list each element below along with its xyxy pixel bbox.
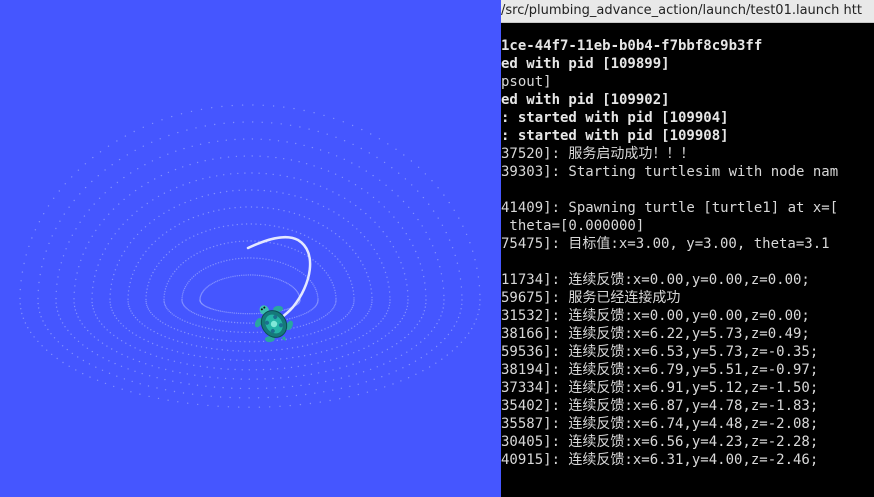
terminal-line: 37334]: 连续反馈:x=6.91,y=5.12,z=-1.50; <box>501 380 819 396</box>
terminal-line: psout] <box>501 74 552 90</box>
terminal-line: 59675]: 服务已经连接成功 <box>501 290 681 306</box>
terminal-line: 35587]: 连续反馈:x=6.74,y=4.48,z=-2.08; <box>501 416 819 432</box>
turtlesim-window <box>0 0 501 497</box>
terminal-line: 39303]: Starting turtlesim with node nam <box>501 164 839 180</box>
terminal-line: ed with pid [109899] <box>501 56 670 72</box>
terminal-line: 38194]: 连续反馈:x=6.79,y=5.51,z=-0.97; <box>501 362 819 378</box>
terminal-output[interactable]: 1ce-44f7-11eb-b0b4-f7bbf8c9b3ff ed with p… <box>501 37 874 497</box>
turtlesim-canvas <box>19 104 481 408</box>
terminal-line: 30405]: 连续反馈:x=6.56,y=4.23,z=-2.28; <box>501 434 819 450</box>
turtle-icon <box>254 305 294 343</box>
terminal-title: /src/plumbing_advance_action/launch/test… <box>501 3 862 18</box>
terminal-line: 11734]: 连续反馈:x=0.00,y=0.00,z=0.00; <box>501 272 810 288</box>
terminal-window[interactable]: /src/plumbing_advance_action/launch/test… <box>501 0 874 497</box>
terminal-line: 41409]: Spawning turtle [turtle1] at x=[ <box>501 200 839 216</box>
terminal-line: ed with pid [109902] <box>501 92 670 108</box>
terminal-line: 59536]: 连续反馈:x=6.53,y=5.73,z=-0.35; <box>501 344 819 360</box>
terminal-line: 38166]: 连续反馈:x=6.22,y=5.73,z=0.49; <box>501 326 810 342</box>
terminal-line: 31532]: 连续反馈:x=0.00,y=0.00,z=0.00; <box>501 308 810 324</box>
terminal-line: 35402]: 连续反馈:x=6.87,y=4.78,z=-1.83; <box>501 398 819 414</box>
terminal-line: 40915]: 连续反馈:x=6.31,y=4.00,z=-2.46; <box>501 452 819 468</box>
terminal-line: : started with pid [109908] <box>501 128 729 144</box>
terminal-line: 37520]: 服务启动成功！！！ <box>501 146 695 162</box>
terminal-line: 1ce-44f7-11eb-b0b4-f7bbf8c9b3ff <box>501 38 763 54</box>
terminal-line: theta=[0.000000] <box>501 218 645 234</box>
terminal-line: : started with pid [109904] <box>501 110 729 126</box>
background-dot-pattern <box>19 104 481 408</box>
terminal-line: 75475]: 目标值:x=3.00, y=3.00, theta=3.1 <box>501 236 830 252</box>
terminal-titlebar[interactable]: /src/plumbing_advance_action/launch/test… <box>501 0 874 23</box>
